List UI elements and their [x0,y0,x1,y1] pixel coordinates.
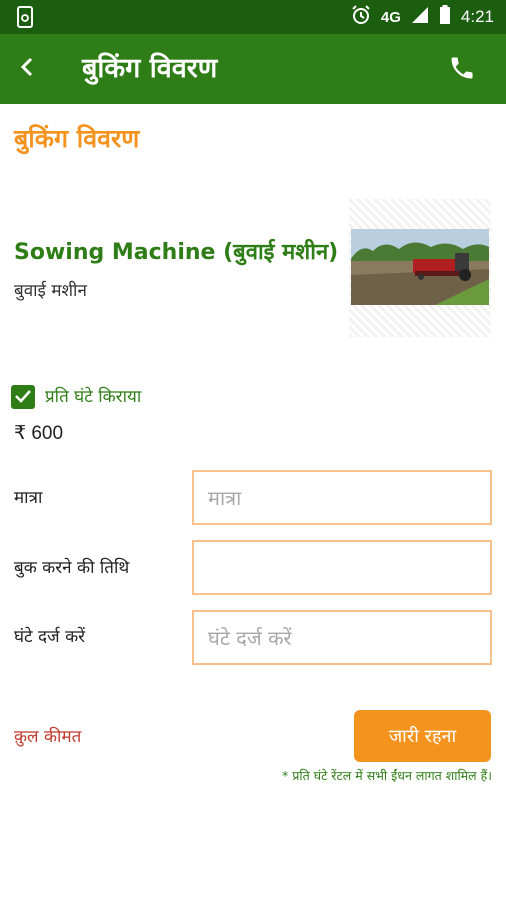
fuel-cost-note: * प्रति घंटे रेंटल में सभी ईंधन लागत शाम… [282,768,492,783]
status-bar: 4G 4:21 [0,0,506,34]
total-price-label: क़ुल कीमत [14,727,82,747]
continue-button[interactable]: जारी रहना [354,710,491,762]
alarm-icon [351,4,371,30]
rent-price: ₹ 600 [14,423,64,444]
page-title: बुकिंग विवरण [14,124,140,153]
sowing-machine-photo [351,229,489,305]
product-image [349,199,491,337]
product-subtitle: बुवाई मशीन [14,281,87,301]
phone-icon [448,57,476,86]
checkmark-icon [14,388,32,407]
rent-option-label: प्रति घंटे किराया [45,387,142,407]
quantity-input[interactable] [192,470,492,525]
battery-icon [439,4,451,30]
rent-checkbox[interactable] [11,385,35,409]
call-button[interactable] [448,54,478,84]
product-name: Sowing Machine (बुवाई मशीन) [14,240,339,265]
signal-icon [411,6,429,29]
quantity-label: मात्रा [14,488,43,508]
status-time: 4:21 [460,7,494,26]
booking-date-input[interactable] [192,540,492,595]
app-bar: बुकिंग विवरण [0,34,506,104]
hours-input[interactable] [192,610,492,665]
back-button[interactable] [10,52,44,86]
app-notification-icon [14,6,36,28]
booking-date-label: बुक करने की तिथि [14,558,130,578]
hours-label: घंटे दर्ज करें [14,627,86,647]
app-bar-title: बुकिंग विवरण [82,53,218,84]
network-type: 4G [380,8,401,26]
back-arrow-icon [19,56,35,82]
rent-per-hour-option[interactable]: प्रति घंटे किराया [11,384,141,410]
